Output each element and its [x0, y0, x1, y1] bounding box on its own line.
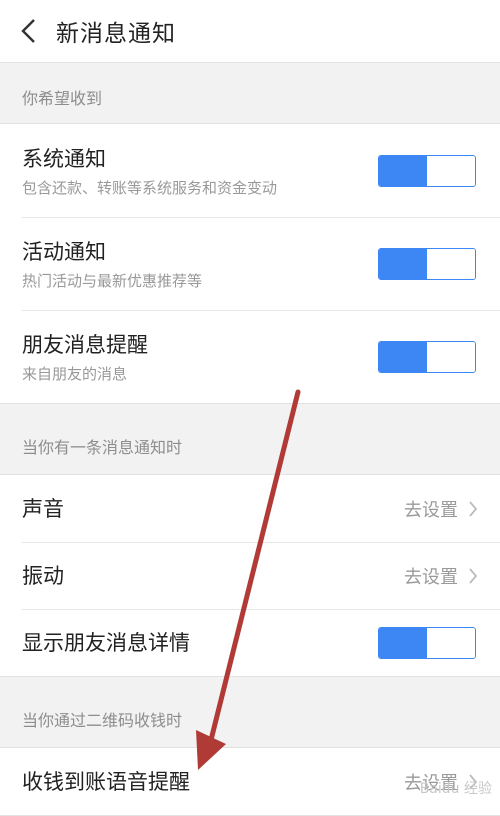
watermark-logo: Baidu 经验 — [419, 781, 492, 797]
row-title: 收钱到账语音提醒 — [22, 769, 190, 794]
show-friend-details-toggle[interactable] — [378, 626, 476, 659]
vibration-settings-link[interactable]: 去设置 — [404, 563, 478, 589]
row-title: 振动 — [22, 563, 64, 588]
chevron-right-icon — [469, 567, 478, 584]
setting-row-show-friend-details: 显示朋友消息详情 — [0, 609, 500, 676]
section-on-notify: 声音 去设置 振动 去设置 显示朋友消息详情 — [0, 474, 500, 677]
friend-message-toggle[interactable] — [378, 340, 476, 373]
setting-row-activity-notice: 活动通知 热门活动与最新优惠推荐等 — [0, 217, 500, 310]
setting-row-vibration[interactable]: 振动 去设置 — [0, 542, 500, 609]
activity-notice-toggle[interactable] — [378, 247, 476, 280]
page-title: 新消息通知 — [56, 21, 176, 47]
back-button[interactable] — [0, 0, 56, 62]
row-title: 显示朋友消息详情 — [22, 630, 190, 655]
system-notice-toggle[interactable] — [378, 154, 476, 187]
setting-link-label: 去设置 — [404, 499, 458, 521]
section-receive: 系统通知 包含还款、转账等系统服务和资金变动 活动通知 热门活动与最新优惠推荐等… — [0, 123, 500, 404]
setting-row-system-notice: 系统通知 包含还款、转账等系统服务和资金变动 — [0, 124, 500, 217]
section-label-receive: 你希望收到 — [0, 63, 500, 123]
sound-settings-link[interactable]: 去设置 — [404, 496, 478, 522]
setting-row-friend-message: 朋友消息提醒 来自朋友的消息 — [0, 310, 500, 403]
section-label-on-notify: 当你有一条消息通知时 — [0, 404, 500, 474]
top-bar: 新消息通知 — [0, 0, 500, 63]
chevron-right-icon — [469, 500, 478, 517]
row-title: 声音 — [22, 496, 64, 521]
setting-link-label: 去设置 — [404, 566, 458, 588]
chevron-left-icon — [21, 19, 35, 43]
section-label-qr-receive: 当你通过二维码收钱时 — [0, 677, 500, 747]
setting-row-sound[interactable]: 声音 去设置 — [0, 475, 500, 542]
